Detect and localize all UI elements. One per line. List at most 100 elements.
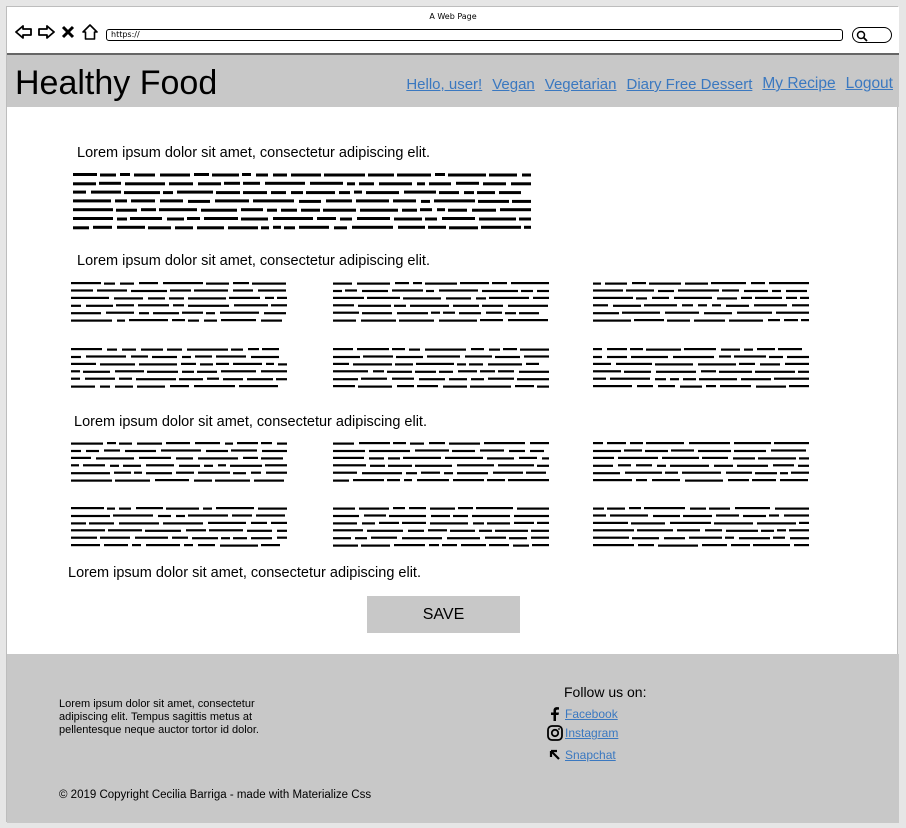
scribble-mark	[166, 442, 190, 445]
scribble-mark	[167, 217, 184, 221]
scribble-mark	[356, 199, 389, 203]
scribble-mark	[652, 479, 680, 482]
forward-arrow-icon[interactable]	[37, 23, 55, 41]
scribble-mark	[509, 449, 525, 453]
scribble-mark	[537, 289, 549, 293]
scribble-mark	[784, 514, 809, 517]
scribble-mark	[616, 362, 652, 365]
scribble-mark	[469, 363, 483, 366]
scribble-mark	[86, 304, 113, 307]
scribble-mark	[359, 182, 374, 186]
scribble-mark	[172, 536, 188, 539]
scribble-mark	[204, 464, 213, 467]
scribble-mark	[649, 282, 681, 285]
scribble-mark	[495, 355, 520, 359]
scribble-mark	[333, 507, 355, 510]
scribble-mark	[132, 544, 141, 547]
nav-diary-free-dessert[interactable]: Diary Free Dessert	[627, 76, 753, 93]
nav-logout[interactable]: Logout	[846, 75, 893, 93]
scribble-mark	[326, 199, 352, 203]
scribble-mark	[160, 199, 183, 203]
scribble-mark	[355, 537, 367, 540]
scribble-mark	[489, 348, 500, 351]
scribble-mark	[698, 363, 736, 366]
scribble-mark	[152, 355, 177, 359]
scribble-mark	[367, 529, 403, 532]
nav-vegan[interactable]: Vegan	[492, 76, 535, 93]
scribble-mark	[148, 226, 171, 230]
social-instagram[interactable]: Instagram	[547, 725, 618, 741]
scribble-mark	[228, 226, 258, 230]
home-icon[interactable]	[81, 23, 99, 41]
brand-logo[interactable]: Healthy Food	[15, 63, 217, 103]
scribble-mark	[734, 355, 766, 358]
scribble-mark	[242, 173, 251, 176]
scribble-mark	[392, 377, 414, 380]
scribble-mark	[148, 297, 165, 300]
social-snapchat[interactable]: Snapchat	[547, 747, 616, 763]
scribble-mark	[360, 208, 398, 212]
scribble-mark	[421, 471, 440, 474]
scribble-mark	[187, 348, 228, 351]
scribble-mark	[778, 348, 802, 351]
scribble-mark	[201, 208, 237, 212]
scribble-mark	[396, 355, 423, 359]
social-facebook[interactable]: Facebook	[547, 706, 618, 722]
scribble-mark	[204, 217, 238, 220]
scribble-mark	[593, 282, 601, 285]
scribble-mark	[173, 304, 184, 307]
scribble-mark	[757, 348, 775, 351]
address-bar[interactable]: https://	[106, 29, 843, 41]
scribble-mark	[299, 225, 329, 229]
scribble-mark	[774, 377, 809, 380]
scribble-mark	[428, 225, 446, 229]
scribble-mark	[415, 370, 436, 373]
scribble-mark	[71, 472, 110, 475]
scribble-mark	[200, 363, 213, 366]
placeholder-text-block	[593, 346, 809, 392]
scribble-mark	[166, 507, 199, 510]
scribble-mark	[448, 173, 486, 177]
nav-my-recipe[interactable]: My Recipe	[762, 75, 835, 93]
close-icon[interactable]	[59, 23, 77, 41]
scribble-mark	[373, 370, 384, 373]
scribble-mark	[71, 282, 101, 285]
scribble-mark	[652, 296, 669, 299]
scribble-mark	[71, 449, 81, 453]
scribble-mark	[251, 537, 272, 540]
scribble-mark	[221, 537, 230, 540]
save-button[interactable]: SAVE	[367, 596, 520, 633]
snapchat-link[interactable]: Snapchat	[565, 748, 616, 762]
scribble-mark	[404, 479, 412, 482]
scribble-mark	[705, 529, 722, 532]
scribble-mark	[447, 537, 480, 540]
scribble-mark	[769, 355, 783, 359]
scribble-mark	[333, 370, 368, 373]
scribble-mark	[488, 377, 514, 380]
scribble-mark	[124, 191, 160, 195]
scribble-mark	[215, 479, 250, 482]
scribble-mark	[371, 536, 397, 539]
scribble-mark	[419, 378, 445, 381]
nav-vegetarian[interactable]: Vegetarian	[545, 76, 617, 93]
scribble-mark	[197, 370, 217, 373]
browser-search-button[interactable]	[852, 27, 892, 43]
scribble-mark	[722, 289, 739, 292]
instagram-link[interactable]: Instagram	[565, 726, 618, 740]
facebook-link[interactable]: Facebook	[565, 707, 618, 721]
scribble-mark	[453, 479, 484, 482]
scribble-mark	[357, 217, 390, 220]
scribble-mark	[456, 181, 479, 185]
scribble-mark	[399, 319, 434, 322]
back-arrow-icon[interactable]	[15, 23, 33, 41]
nav-hello-user[interactable]: Hello, user!	[406, 76, 482, 93]
scribble-mark	[482, 289, 518, 293]
scribble-mark	[761, 529, 774, 532]
scribble-mark	[170, 289, 191, 292]
scribble-mark	[184, 544, 193, 547]
scribble-mark	[520, 348, 549, 351]
scribble-mark	[791, 471, 809, 474]
scribble-mark	[393, 507, 405, 510]
scribble-mark	[170, 385, 189, 388]
scribble-mark	[114, 297, 143, 300]
